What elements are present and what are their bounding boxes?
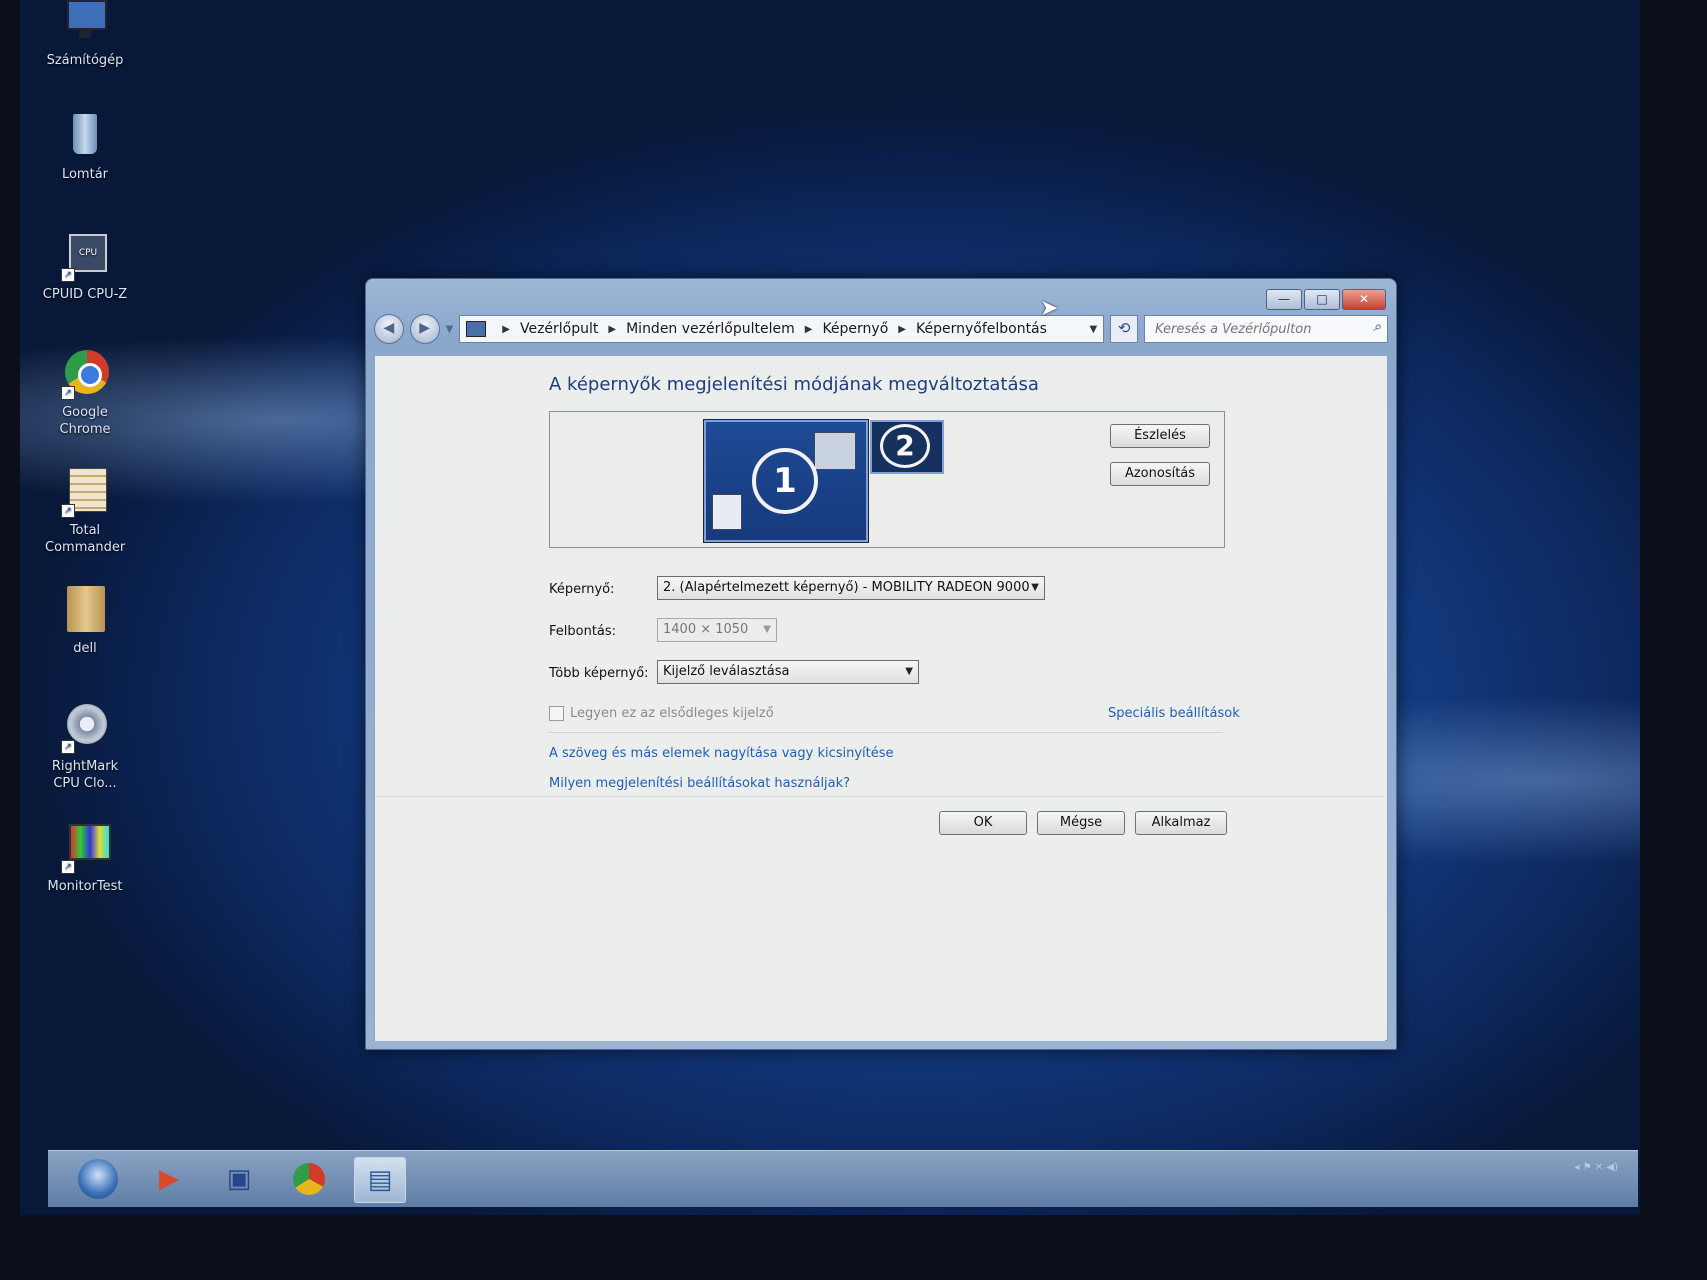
screen-resolution-window: — □ ✕ ◀ ▶ ▼ ▶ Vezérlőpult ▶ Minden vezér… bbox=[365, 278, 1397, 1050]
system-tray[interactable]: ◂ ⚑ ✕ ◀) bbox=[1575, 1161, 1619, 1175]
document-thumbnail-icon bbox=[712, 494, 742, 530]
chevron-down-icon: ▼ bbox=[763, 624, 771, 635]
media-player-icon[interactable]: ▶ bbox=[144, 1157, 194, 1201]
multiple-displays-label: Több képernyő: bbox=[549, 666, 649, 681]
address-dropdown-icon[interactable]: ▼ bbox=[1090, 324, 1098, 335]
desktop-icon-total-commander[interactable]: ↗ Total Commander bbox=[30, 466, 140, 556]
desktop-icon-label: dell bbox=[73, 641, 97, 656]
recycle-bin-icon bbox=[61, 110, 109, 162]
ok-button[interactable]: OK bbox=[939, 811, 1027, 835]
search-input[interactable] bbox=[1153, 320, 1387, 338]
monitor-2[interactable]: 2 bbox=[870, 420, 944, 474]
rightmark-icon: ↗ bbox=[61, 702, 109, 754]
desktop: Számítógép Lomtár CPU ↗ CPUID CPU-Z ↗ Go… bbox=[20, 0, 1640, 1215]
breadcrumb-separator-icon: ▶ bbox=[804, 323, 813, 335]
multiple-displays-select[interactable]: Kijelző leválasztása ▼ bbox=[657, 660, 919, 684]
window-controls: — □ ✕ bbox=[1266, 289, 1386, 310]
resolution-select-value: 1400 × 1050 bbox=[663, 622, 749, 637]
desktop-icon-chrome[interactable]: ↗ Google Chrome bbox=[30, 348, 140, 438]
display-help-link[interactable]: Milyen megjelenítési beállításokat haszn… bbox=[549, 776, 850, 791]
cancel-button[interactable]: Mégse bbox=[1037, 811, 1125, 835]
desktop-icon-label: RightMark CPU Clo... bbox=[51, 759, 119, 791]
minimize-button[interactable]: — bbox=[1266, 289, 1302, 310]
monitortest-icon: ↗ bbox=[61, 822, 111, 874]
dialog-footer bbox=[375, 796, 1385, 1041]
chrome-icon[interactable] bbox=[284, 1157, 334, 1201]
chrome-icon: ↗ bbox=[61, 348, 109, 400]
primary-display-option: Legyen ez az elsődleges kijelző bbox=[549, 706, 774, 721]
resolution-label: Felbontás: bbox=[549, 624, 617, 639]
primary-display-checkbox-label: Legyen ez az elsődleges kijelző bbox=[570, 706, 774, 721]
content-panel: A képernyők megjelenítési módjának megvá… bbox=[374, 355, 1388, 1041]
recent-pages-dropdown[interactable]: ▼ bbox=[446, 324, 454, 335]
display-settings-icon[interactable]: ▤ bbox=[354, 1157, 406, 1203]
divider bbox=[549, 732, 1223, 733]
desktop-icon-computer[interactable]: Számítógép bbox=[30, 0, 140, 69]
desktop-icon-label: Számítógép bbox=[46, 53, 124, 68]
back-button[interactable]: ◀ bbox=[374, 314, 404, 344]
desktop-icon-cpuz[interactable]: CPU ↗ CPUID CPU-Z bbox=[30, 230, 140, 303]
display-label: Képernyő: bbox=[549, 582, 615, 597]
breadcrumb-screen-resolution[interactable]: Képernyőfelbontás bbox=[916, 321, 1047, 337]
window-thumbnail-icon bbox=[814, 432, 856, 470]
desktop-icon-label: Lomtár bbox=[61, 167, 109, 182]
monitor-arrangement-preview: 1 2 Észlelés Azonosítás bbox=[549, 411, 1225, 548]
breadcrumb-display[interactable]: Képernyő bbox=[822, 321, 888, 337]
taskbar: ▶ ▣ ▤ ◂ ⚑ ✕ ◀) bbox=[48, 1150, 1638, 1207]
monitor-1[interactable]: 1 bbox=[704, 420, 868, 542]
desktop-icon-rightmark[interactable]: ↗ RightMark CPU Clo... bbox=[30, 702, 140, 792]
monitor-number: 1 bbox=[752, 448, 818, 514]
forward-button[interactable]: ▶ bbox=[409, 314, 440, 344]
chevron-down-icon: ▼ bbox=[905, 666, 913, 677]
apply-button[interactable]: Alkalmaz bbox=[1135, 811, 1227, 835]
advanced-settings-link[interactable]: Speciális beállítások bbox=[1108, 706, 1240, 721]
cpuz-icon: CPU ↗ bbox=[61, 230, 109, 282]
desktop-icon-monitortest[interactable]: ↗ MonitorTest bbox=[30, 822, 140, 895]
mouse-cursor-icon: ➤ bbox=[1040, 296, 1059, 321]
desktop-icon-label: Google Chrome bbox=[59, 405, 111, 437]
save-icon[interactable]: ▣ bbox=[214, 1157, 264, 1201]
control-panel-icon bbox=[466, 321, 487, 337]
refresh-button[interactable]: ⟲ bbox=[1110, 315, 1138, 343]
desktop-icon-label: Total Commander bbox=[45, 523, 126, 555]
breadcrumb-control-panel[interactable]: Vezérlőpult bbox=[520, 321, 598, 337]
desktop-icon-dell-folder[interactable]: dell bbox=[30, 584, 140, 657]
resolution-select[interactable]: 1400 × 1050 ▼ bbox=[657, 618, 777, 642]
detect-button[interactable]: Észlelés bbox=[1110, 424, 1210, 448]
breadcrumb-separator-icon: ▶ bbox=[502, 323, 510, 335]
desktop-icon-recycle-bin[interactable]: Lomtár bbox=[30, 110, 140, 183]
identify-button[interactable]: Azonosítás bbox=[1110, 462, 1210, 486]
search-icon[interactable]: ⌕ bbox=[1373, 319, 1381, 335]
navigation-bar: ◀ ▶ ▼ ▶ Vezérlőpult ▶ Minden vezérlőpult… bbox=[374, 313, 1388, 345]
address-bar[interactable]: ▶ Vezérlőpult ▶ Minden vezérlőpultelem ▶… bbox=[459, 315, 1105, 343]
desktop-icon-label: CPUID CPU-Z bbox=[42, 287, 128, 302]
page-title: A képernyők megjelenítési módjának megvá… bbox=[549, 374, 1039, 395]
breadcrumb-separator-icon: ▶ bbox=[608, 323, 617, 335]
chevron-down-icon: ▼ bbox=[1031, 582, 1039, 593]
folder-icon bbox=[61, 584, 109, 636]
text-size-link[interactable]: A szöveg és más elemek nagyítása vagy ki… bbox=[549, 746, 894, 761]
desktop-icon-label: MonitorTest bbox=[47, 879, 123, 894]
breadcrumb-all-items[interactable]: Minden vezérlőpultelem bbox=[626, 321, 795, 337]
start-button[interactable] bbox=[78, 1159, 118, 1199]
total-commander-icon: ↗ bbox=[61, 466, 109, 518]
close-button[interactable]: ✕ bbox=[1342, 289, 1386, 310]
display-select-value: 2. (Alapértelmezett képernyő) - MOBILITY… bbox=[663, 580, 1030, 595]
computer-icon bbox=[61, 0, 109, 48]
primary-display-checkbox[interactable] bbox=[549, 706, 564, 721]
search-box[interactable]: ⌕ bbox=[1144, 315, 1388, 343]
monitor-number: 2 bbox=[880, 424, 930, 468]
breadcrumb-separator-icon: ▶ bbox=[898, 323, 906, 335]
maximize-button[interactable]: □ bbox=[1304, 289, 1340, 310]
multiple-displays-value: Kijelző leválasztása bbox=[663, 664, 790, 679]
display-select[interactable]: 2. (Alapértelmezett képernyő) - MOBILITY… bbox=[657, 576, 1045, 600]
